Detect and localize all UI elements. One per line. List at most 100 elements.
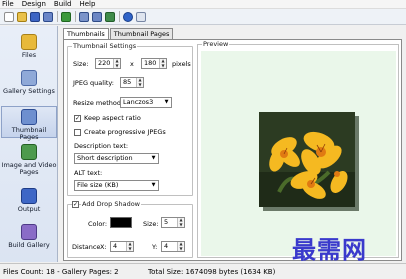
distance-x-spinner[interactable]: ▲ ▼ — [126, 241, 133, 251]
toolbar-separator — [75, 11, 76, 22]
resize-method-select[interactable]: Lanczos3 ▼ — [120, 97, 172, 108]
save-as-icon[interactable] — [43, 11, 53, 22]
tab-strip: Thumbnails Thumbnail Pages — [63, 28, 174, 39]
sidebar-item-gallery-settings[interactable]: Gallery Settings — [1, 70, 57, 98]
sidebar: Files Gallery Settings Thumbnail Pages I… — [0, 26, 58, 262]
save-icon[interactable] — [30, 11, 40, 22]
sidebar-item-label: Gallery Settings — [3, 87, 55, 95]
height-input[interactable]: 180 ▲ ▼ — [141, 58, 167, 69]
thumbnail-settings-group: Thumbnail Settings Size: 220 ▲ ▼ x 180 ▲ ▼… — [67, 42, 193, 196]
refresh-icon[interactable] — [61, 11, 71, 22]
sidebar-item-image-video-pages[interactable]: Image and Video Pages — [1, 144, 57, 180]
distance-y-input[interactable]: 4 ▲ ▼ — [161, 241, 185, 252]
menu-build[interactable]: Build — [54, 0, 72, 9]
jpeg-quality-spinner[interactable]: ▲ ▼ — [136, 77, 143, 87]
keep-aspect-ratio-checkbox[interactable]: ✓ — [74, 115, 81, 122]
toolbar-separator — [119, 11, 120, 22]
distance-x-label: X: — [100, 243, 107, 251]
menu-design[interactable]: Design — [22, 0, 46, 9]
description-text-value: Short description — [77, 154, 133, 162]
distance-x-value: 4 — [113, 242, 118, 250]
layout-icon[interactable] — [92, 11, 102, 22]
thumbnails-panel: Thumbnail Settings Size: 220 ▲ ▼ x 180 ▲ ▼… — [63, 39, 402, 261]
preview-group: Preview — [197, 40, 399, 258]
folder-icon — [21, 34, 37, 50]
sidebar-item-output[interactable]: Output — [1, 188, 57, 216]
info-icon[interactable] — [136, 11, 146, 22]
toolbar — [0, 9, 406, 25]
description-text-select[interactable]: Short description ▼ — [74, 153, 159, 164]
flower-image — [259, 112, 355, 207]
distance-label: Distance — [72, 243, 101, 251]
chevron-down-icon: ▼ — [164, 99, 169, 105]
resize-method-value: Lanczos3 — [123, 98, 154, 106]
menu-help[interactable]: Help — [79, 0, 95, 9]
width-value: 220 — [98, 59, 111, 67]
status-bar: Files Count: 18 - Gallery Pages: 2 Total… — [0, 263, 406, 279]
size-x-label: x — [130, 60, 134, 68]
description-text-label: Description text: — [74, 142, 129, 150]
shadow-size-label: Size: — [143, 220, 159, 228]
open-icon[interactable] — [17, 11, 27, 22]
settings-icon — [21, 70, 37, 86]
distance-y-spinner[interactable]: ▲ ▼ — [177, 241, 184, 251]
sidebar-item-label: Build Gallery — [8, 241, 50, 249]
size-label: Size: — [73, 60, 89, 68]
resize-method-label: Resize method: — [73, 99, 124, 107]
preview-title: Preview — [202, 40, 230, 48]
shadow-size-input[interactable]: 5 ▲ ▼ — [161, 217, 185, 228]
create-progressive-checkbox[interactable] — [74, 129, 81, 136]
keep-aspect-ratio-label: Keep aspect ratio — [84, 114, 141, 122]
shadow-color-label: Color: — [88, 220, 108, 228]
build-icon — [21, 224, 37, 240]
distance-x-input[interactable]: 4 ▲ ▼ — [110, 241, 134, 252]
thumbnails-icon[interactable] — [79, 11, 89, 22]
sidebar-item-label: Files — [21, 51, 37, 59]
add-drop-shadow-checkbox[interactable]: ✓ — [72, 201, 79, 208]
image-video-icon — [21, 144, 37, 160]
chevron-down-icon: ▼ — [151, 182, 156, 188]
output-icon — [21, 188, 37, 204]
status-files-count: Files Count: 18 - Gallery Pages: 2 — [3, 268, 119, 276]
status-total-size: Total Size: 1674098 bytes (1634 KB) — [148, 268, 276, 276]
menu-bar: File Design Build Help — [0, 0, 406, 9]
alt-text-value: File size (KB) — [77, 181, 119, 189]
group-title: Thumbnail Settings — [72, 42, 138, 50]
sidebar-item-label: Output — [17, 205, 41, 213]
drop-shadow-title: Add Drop Shadow — [81, 200, 142, 208]
toolbar-separator — [57, 11, 58, 22]
jpeg-quality-value: 85 — [123, 78, 132, 86]
alt-text-label: ALT text: — [74, 169, 103, 177]
new-icon[interactable] — [4, 11, 14, 22]
watermark-logo: 最需网 — [292, 235, 367, 264]
thumbnail-preview-image — [259, 112, 355, 207]
sidebar-item-label: Thumbnail Pages — [11, 126, 47, 141]
height-value: 180 — [144, 59, 157, 67]
pixels-label: pixels — [172, 60, 191, 68]
sidebar-item-build-gallery[interactable]: Build Gallery — [1, 224, 57, 254]
menu-file[interactable]: File — [2, 0, 14, 9]
thumbnail-pages-icon — [21, 109, 37, 125]
shadow-size-value: 5 — [164, 218, 169, 226]
shadow-size-spinner[interactable]: ▲ ▼ — [177, 217, 184, 227]
chevron-down-icon: ▼ — [151, 155, 156, 161]
width-spinner[interactable]: ▲ ▼ — [113, 58, 120, 68]
create-progressive-label: Create progressive JPEGs — [84, 128, 166, 136]
distance-y-value: 4 — [164, 242, 169, 250]
jpeg-quality-label: JPEG quality: — [73, 79, 114, 87]
sidebar-item-files[interactable]: Files — [1, 34, 57, 62]
jpeg-quality-input[interactable]: 85 ▲ ▼ — [120, 77, 144, 88]
help-icon[interactable] — [123, 11, 133, 22]
distance-y-label: Y: — [152, 243, 158, 251]
sidebar-item-thumbnail-pages[interactable]: Thumbnail Pages — [1, 106, 57, 141]
tab-thumbnail-pages[interactable]: Thumbnail Pages — [109, 28, 174, 39]
tab-thumbnails[interactable]: Thumbnails — [63, 28, 109, 39]
sidebar-item-label: Image and Video Pages — [1, 161, 57, 176]
preview-area — [201, 51, 396, 256]
export-icon[interactable] — [105, 11, 115, 22]
height-spinner[interactable]: ▲ ▼ — [159, 58, 166, 68]
shadow-color-swatch[interactable] — [110, 217, 132, 228]
alt-text-select[interactable]: File size (KB) ▼ — [74, 180, 159, 191]
drop-shadow-group: ✓ Add Drop Shadow Color: Size: 5 ▲ ▼ Dist… — [67, 200, 193, 258]
width-input[interactable]: 220 ▲ ▼ — [95, 58, 121, 69]
